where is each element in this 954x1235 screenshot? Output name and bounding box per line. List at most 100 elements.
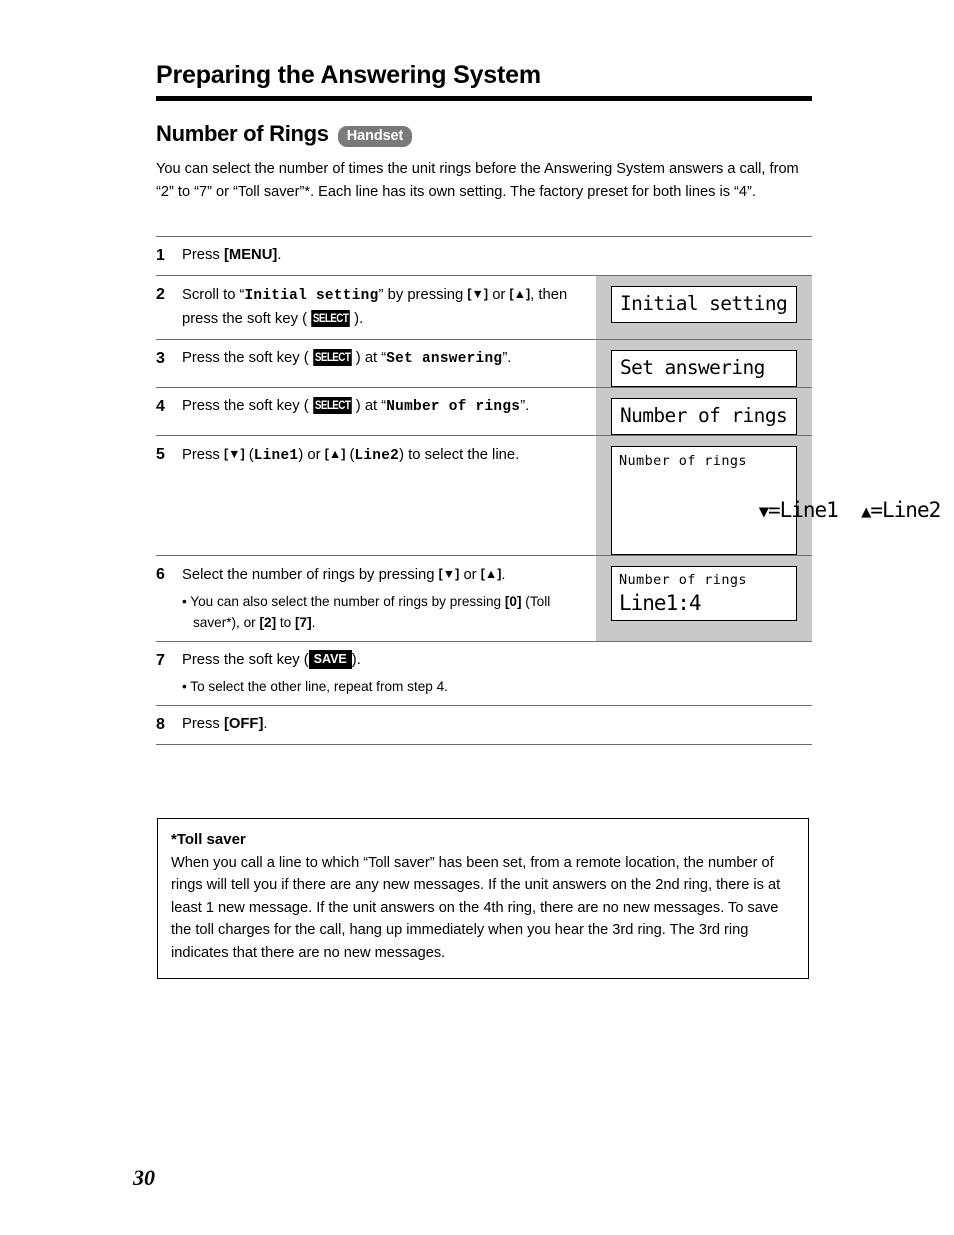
step-bullet: • You can also select the number of ring… (182, 591, 590, 633)
lcd-line: Initial setting (620, 292, 788, 315)
step-text-cell: 2 Scroll to “Initial setting” by pressin… (156, 276, 596, 339)
step-row-3: 3 Press the soft key (SELECT) at “Set an… (156, 339, 812, 387)
step-main-text: Select the number of rings by pressing [… (182, 563, 590, 587)
step-lcd-cell: Number of rings ▼=Line1 ▲=Line2 (596, 436, 942, 555)
step-display-text: Set answering (386, 351, 503, 367)
section-heading: Number of Rings Handset (156, 119, 816, 149)
step-text-a: Scroll to “ (182, 287, 245, 303)
step-text-cell: 8 Press [OFF]. (156, 706, 596, 744)
toll-saver-note-box: *Toll saver When you call a line to whic… (157, 818, 809, 980)
bullet-text-a: • You can also select the number of ring… (182, 594, 505, 609)
page-title: Preparing the Answering System (156, 61, 541, 89)
step-key-up: [▲] (509, 287, 531, 301)
step-key-0: [0] (504, 594, 522, 609)
softkey-select-icon: SELECT (312, 397, 352, 414)
steps-table: 1 Press [MENU]. 2 Scroll to “Initial set… (156, 236, 942, 745)
step-text-e: ). (354, 311, 364, 327)
step-text-b: ) at “ (355, 350, 387, 366)
step-text-b: ). (351, 652, 361, 668)
step-body: Press [MENU]. (182, 244, 590, 267)
step-text-cell: 4 Press the soft key (SELECT) at “Number… (156, 388, 596, 435)
step-lcd-cell: Number of rings (596, 388, 812, 435)
step-display-text-line2: Line2 (354, 448, 400, 464)
step-row-5: 5 Press [▼] (Line1) or [▲] (Line2) to se… (156, 435, 942, 555)
step-number: 6 (156, 566, 165, 583)
note-body: When you call a line to which “Toll save… (171, 855, 781, 961)
step-text-b: . (277, 247, 282, 263)
bullet-text-d: . (311, 615, 316, 630)
triangle-down-icon: ▼ (758, 502, 769, 522)
lcd-screen-initial-setting: Initial setting (611, 286, 797, 323)
step-key-down: [▼] (438, 567, 460, 581)
step-text-a: Press the soft key ( (182, 652, 309, 668)
lcd-line: Set answering (620, 356, 765, 379)
step-lcd-cell (596, 706, 812, 744)
step-key-menu: [MENU] (223, 247, 278, 263)
lcd-screen-number-of-rings: Number of rings (611, 398, 797, 435)
lcd-screen-line-select: Number of rings ▼=Line1 ▲=Line2 (611, 446, 942, 555)
step-row-7: 7 Press the soft key (SAVE). • To select… (156, 641, 812, 705)
step-lcd-cell: Number of rings Line1:4 (596, 556, 812, 641)
step-text-c: ”. (520, 398, 530, 414)
triangle-up-icon: ▲ (861, 502, 871, 522)
step-body: Press the soft key (SELECT) at “Number o… (182, 395, 590, 427)
step-row-1: 1 Press [MENU]. (156, 236, 812, 275)
step-text-b: ) at “ (355, 398, 387, 414)
step-body: Scroll to “Initial setting” by pressing … (182, 283, 590, 331)
step-number: 1 (156, 247, 165, 264)
bullet-text-c: to (276, 615, 295, 630)
step-text-a: Press (182, 247, 224, 263)
step-display-text-line1: Line1 (253, 448, 299, 464)
step-number: 4 (156, 398, 165, 415)
step-body: Select the number of rings by pressing [… (182, 563, 590, 633)
step-row-4: 4 Press the soft key (SELECT) at “Number… (156, 387, 812, 435)
step-number: 8 (156, 716, 165, 733)
step-body: Press [OFF]. (182, 713, 590, 736)
step-text-cell: 6 Select the number of rings by pressing… (156, 556, 596, 641)
step-text-a: Press the soft key ( (182, 398, 309, 414)
step-lcd-cell: Initial setting (596, 276, 812, 339)
step-key-2: [2] (259, 615, 277, 630)
step-key-up: [▲] (324, 447, 346, 461)
step-text-b: or (459, 567, 481, 583)
step-text-b: ” by pressing (378, 287, 468, 303)
step-key-down: [▼] (223, 447, 245, 461)
step-text-a: Press (182, 716, 224, 732)
step-number: 5 (156, 446, 165, 463)
step-row-8: 8 Press [OFF]. (156, 705, 812, 745)
step-body: Press [▼] (Line1) or [▲] (Line2) to sele… (182, 443, 590, 547)
lcd-option-line1: =Line1 (767, 498, 839, 522)
step-display-text: Initial setting (244, 288, 379, 304)
step-text-cell: 3 Press the soft key (SELECT) at “Set an… (156, 340, 596, 387)
lcd-line-title: Number of rings (619, 572, 747, 588)
status-badge-handset: Handset (337, 125, 413, 147)
lcd-line-value: Line1:4 (619, 591, 702, 615)
section-intro-text: You can select the number of times the u… (156, 161, 799, 200)
step-main-text: Press the soft key (SAVE). (182, 649, 590, 672)
step-key-off: [OFF] (223, 716, 264, 732)
manual-page: Preparing the Answering System Number of… (0, 0, 954, 1235)
step-text-a: Press the soft key ( (182, 350, 309, 366)
step-key-7: [7] (295, 615, 312, 630)
step-bullet: • To select the other line, repeat from … (182, 679, 448, 694)
lcd-option-line2: =Line2 (870, 498, 941, 522)
section-title: Number of Rings (156, 121, 329, 146)
lcd-spacer (838, 498, 861, 522)
lcd-line-options: ▼=Line1 ▲=Line2 (619, 471, 942, 549)
step-key-down: [▼] (467, 287, 489, 301)
page-number: 30 (133, 1165, 155, 1190)
lcd-screen-line1-value: Number of rings Line1:4 (611, 566, 797, 621)
lcd-line: Number of rings (620, 404, 788, 427)
step-text-cell: 5 Press [▼] (Line1) or [▲] (Line2) to se… (156, 436, 596, 555)
softkey-select-icon: SELECT (311, 310, 350, 327)
step-text-c: . (501, 567, 506, 583)
header-rule (156, 96, 812, 101)
step-text-cell: 1 Press [MENU]. (156, 237, 596, 275)
step-lcd-cell (596, 642, 812, 705)
step-lcd-cell: Set answering (596, 340, 812, 387)
step-text-cell: 7 Press the soft key (SAVE). • To select… (156, 642, 596, 705)
softkey-save-icon: SAVE (308, 650, 352, 669)
step-text-e: ) to select the line. (399, 447, 520, 463)
step-number: 3 (156, 350, 165, 367)
step-body: Press the soft key (SAVE). • To select t… (182, 649, 590, 697)
